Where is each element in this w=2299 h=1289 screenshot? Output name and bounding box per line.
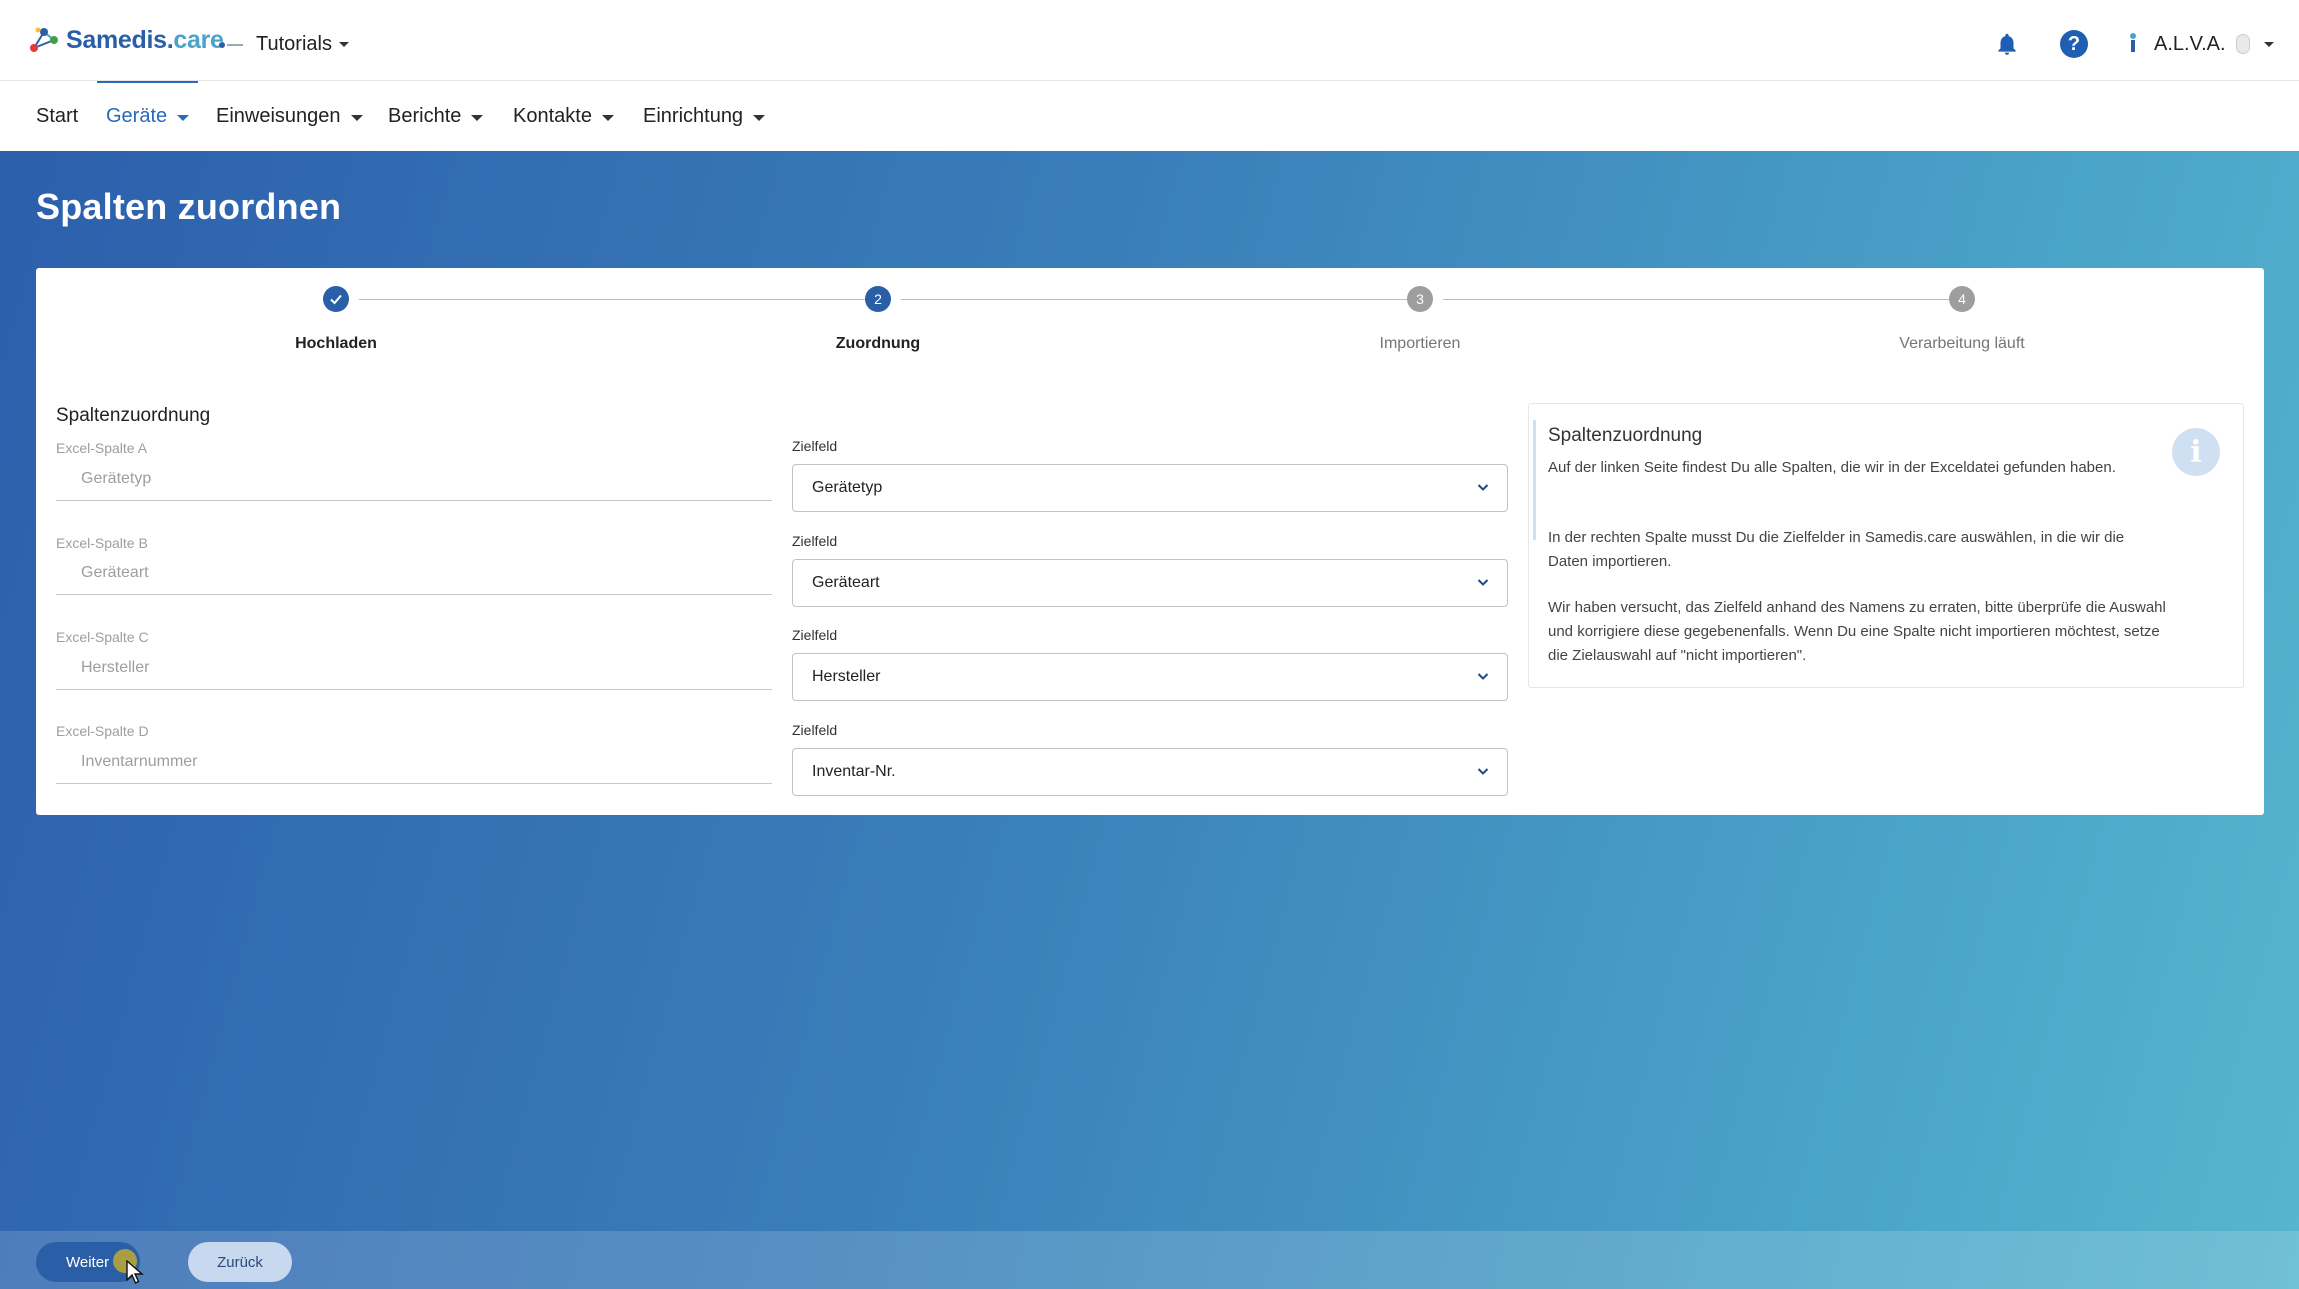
nav-item-label: Start	[36, 104, 79, 127]
nav-item-label: Berichte	[388, 104, 462, 127]
stepper-connector	[1443, 299, 1961, 300]
tenant-logo-icon	[218, 38, 244, 50]
info-paragraph: In der rechten Spalte musst Du die Zielf…	[1548, 529, 2125, 570]
target-field-select[interactable]: Gerätetyp	[792, 464, 1508, 512]
logo-text: Samedis.care	[66, 25, 224, 54]
stepper-connector	[901, 299, 1419, 300]
step-1-label: Hochladen	[295, 335, 377, 352]
mapping-section-title: Spaltenzuordnung	[56, 405, 211, 426]
target-field-label: Zielfeld	[792, 438, 838, 454]
back-button[interactable]: Zurück	[188, 1242, 292, 1282]
stepper-connector	[359, 299, 877, 300]
nav-item-einweisungen[interactable]: Einweisungen	[216, 81, 363, 151]
step-1-check-icon	[323, 286, 349, 312]
info-title: Spaltenzuordnung	[1548, 425, 1703, 446]
excel-column-field: Inventarnummer	[56, 744, 772, 784]
user-avatar-icon	[2126, 31, 2140, 57]
target-field-label: Zielfeld	[792, 627, 838, 643]
excel-column-label: Excel-Spalte D	[56, 723, 149, 739]
chevron-down-icon	[471, 114, 484, 121]
top-bar: Samedis.care Tutorials ? A.L.V.A.	[0, 0, 2299, 81]
excel-column-field: Geräteart	[56, 555, 772, 595]
excel-column-field: Hersteller	[56, 650, 772, 690]
import-wizard-card: 2 3 4 Hochladen Zuordnung Importieren Ve…	[36, 268, 2264, 815]
footer-bar	[0, 1231, 2299, 1289]
step-4-label: Verarbeitung läuft	[1899, 335, 2025, 352]
step-2-circle: 2	[865, 286, 891, 312]
mouse-cursor-icon	[126, 1260, 144, 1284]
excel-column-label: Excel-Spalte B	[56, 535, 148, 551]
chevron-down-icon	[601, 114, 614, 121]
target-field-label: Zielfeld	[792, 533, 838, 549]
select-value: Gerätetyp	[812, 479, 883, 496]
help-icon[interactable]: ?	[2060, 30, 2088, 58]
step-4-circle: 4	[1949, 286, 1975, 312]
chevron-down-icon	[177, 114, 190, 121]
target-field-select[interactable]: Hersteller	[792, 653, 1508, 701]
step-2-label: Zuordnung	[835, 335, 921, 352]
tenant-label: Tutorials	[256, 32, 332, 55]
nav-item-label: Einweisungen	[216, 104, 341, 127]
nav-item-einrichtung[interactable]: Einrichtung	[643, 81, 766, 151]
user-status-badge	[2235, 34, 2250, 54]
chevron-down-icon	[1477, 673, 1489, 680]
nav-item-kontakte[interactable]: Kontakte	[513, 81, 614, 151]
target-field-select[interactable]: Inventar-Nr.	[792, 748, 1508, 796]
chevron-down-icon	[1477, 484, 1489, 491]
user-name: A.L.V.A.	[2154, 32, 2226, 55]
info-panel: Spaltenzuordnung i Auf der linken Seite …	[1528, 403, 2244, 688]
nav-item-label: Geräte	[106, 104, 168, 127]
nav-item-geraete[interactable]: Geräte	[106, 81, 190, 151]
samedis-logo[interactable]: Samedis.care	[26, 22, 224, 58]
chevron-down-icon	[350, 114, 363, 121]
info-paragraph: Auf der linken Seite findest Du alle Spa…	[1548, 459, 2116, 476]
notification-bell-icon[interactable]	[1994, 31, 2020, 57]
excel-column-label: Excel-Spalte C	[56, 629, 149, 645]
chevron-down-icon	[1477, 768, 1489, 775]
info-icon: i	[2172, 428, 2220, 476]
main-nav: Start Geräte Einweisungen Berichte Konta…	[0, 81, 2299, 151]
excel-column-field: Gerätetyp	[56, 461, 772, 501]
nav-item-berichte[interactable]: Berichte	[388, 81, 484, 151]
step-3-circle: 3	[1407, 286, 1433, 312]
tenant-selector[interactable]: Tutorials	[218, 26, 349, 62]
user-menu[interactable]: A.L.V.A.	[2126, 26, 2274, 62]
excel-column-label: Excel-Spalte A	[56, 440, 148, 456]
target-field-label: Zielfeld	[792, 722, 838, 738]
chevron-down-icon	[2263, 41, 2274, 47]
nav-item-label: Einrichtung	[643, 104, 744, 127]
chevron-down-icon	[338, 41, 349, 47]
info-accent-bar	[1533, 420, 1536, 540]
nav-item-start[interactable]: Start	[36, 81, 78, 151]
select-value: Hersteller	[812, 668, 881, 685]
nav-item-label: Kontakte	[513, 104, 592, 127]
select-value: Inventar-Nr.	[812, 763, 896, 780]
chevron-down-icon	[1477, 579, 1489, 586]
chevron-down-icon	[753, 114, 766, 121]
select-value: Geräteart	[812, 574, 880, 591]
page-title: Spalten zuordnen	[36, 186, 342, 227]
samedis-logo-icon	[26, 22, 62, 58]
step-3-label: Importieren	[1379, 335, 1461, 352]
target-field-select[interactable]: Geräteart	[792, 559, 1508, 607]
info-paragraph: Wir haben versucht, das Zielfeld anhand …	[1548, 599, 2166, 664]
